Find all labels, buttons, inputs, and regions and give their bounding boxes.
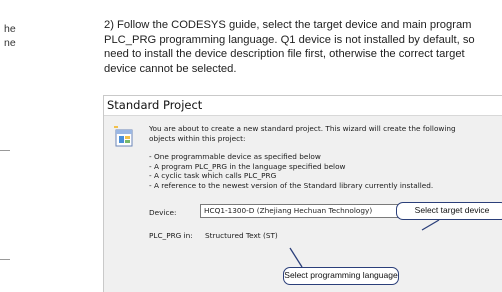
description-line: You are about to create a new standard p…: [149, 124, 456, 133]
device-label: Device:: [149, 208, 177, 217]
wizard-project-icon: [114, 126, 133, 147]
divider: [0, 150, 10, 151]
paragraph-line: 2) Follow the CODESYS guide, select the …: [104, 19, 472, 31]
plc-prg-language-dropdown[interactable]: Structured Text (ST): [205, 231, 278, 240]
list-item: - A cyclic task which calls PLC_PRG: [149, 171, 277, 181]
select-target-device-callout: Select target device: [396, 202, 502, 220]
dialog-title: Standard Project: [107, 98, 203, 112]
description-line: objects within this project:: [149, 133, 246, 143]
plc-prg-label: PLC_PRG in:: [149, 231, 193, 240]
paragraph-line: need to install the device description f…: [104, 48, 465, 61]
paragraph-line: PLC_PRG programming language. Q1 device …: [104, 33, 475, 46]
wizard-description: You are about to create a new standard p…: [149, 124, 456, 143]
divider: [0, 259, 10, 260]
left-text-line: he: [4, 23, 16, 35]
list-item: - A program PLC_PRG in the language spec…: [149, 161, 346, 171]
select-language-callout: Select programming language: [283, 267, 399, 285]
list-item: - A reference to the newest version of t…: [149, 180, 434, 190]
left-text-line: ne: [4, 37, 16, 49]
created-objects-list: - One programmable device as specified b…: [149, 152, 433, 190]
paragraph-line: device cannot be selected.: [104, 62, 237, 75]
standard-project-dialog: Standard Project You are about to create…: [103, 95, 502, 292]
left-column-fragment: he ne: [0, 0, 90, 291]
instruction-paragraph: 2) Follow the CODESYS guide, select the …: [104, 18, 502, 76]
list-item: - One programmable device as specified b…: [149, 152, 321, 161]
